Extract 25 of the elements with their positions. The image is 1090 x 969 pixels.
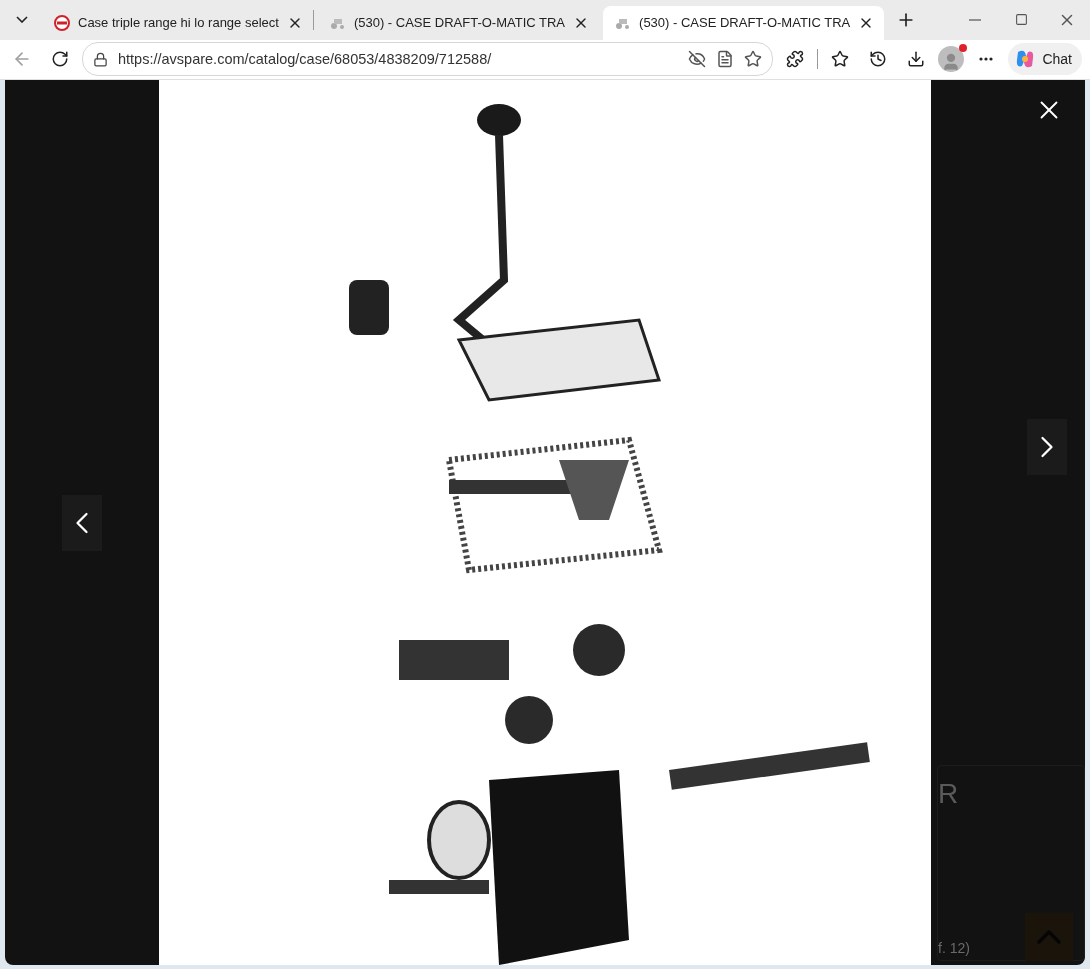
star-icon[interactable] [744,50,763,69]
history-icon [869,50,888,69]
puzzle-icon [786,50,805,69]
refresh-icon [51,50,69,69]
browser-tab[interactable]: (530) - CASE DRAFT-O-MATIC TRA [317,5,600,40]
card-note: f. 12) [938,940,970,956]
more-icon [979,57,994,62]
document-icon[interactable] [716,50,735,69]
lock-icon [93,51,108,67]
logo-icon [54,14,70,31]
minimize-icon [969,18,981,21]
chat-button[interactable]: Chat [1008,43,1082,76]
browser-tab[interactable]: Case triple range hi lo range select [42,5,313,40]
chevron-down-icon [16,16,28,24]
eye-off-icon[interactable] [688,50,707,69]
card-heading: R [938,778,959,810]
profile-avatar[interactable] [938,46,965,73]
star-icon [831,50,850,69]
next-button[interactable] [1027,418,1067,475]
notification-dot [959,44,968,53]
maximize-icon [1014,13,1028,27]
browser-tab[interactable]: (530) - CASE DRAFT-O-MATIC TRA [603,5,885,40]
address-field[interactable]: https://avspare.com/catalog/case/68053/4838209/712588/ [82,42,774,77]
download-icon [907,50,926,69]
previous-button[interactable] [62,494,102,551]
